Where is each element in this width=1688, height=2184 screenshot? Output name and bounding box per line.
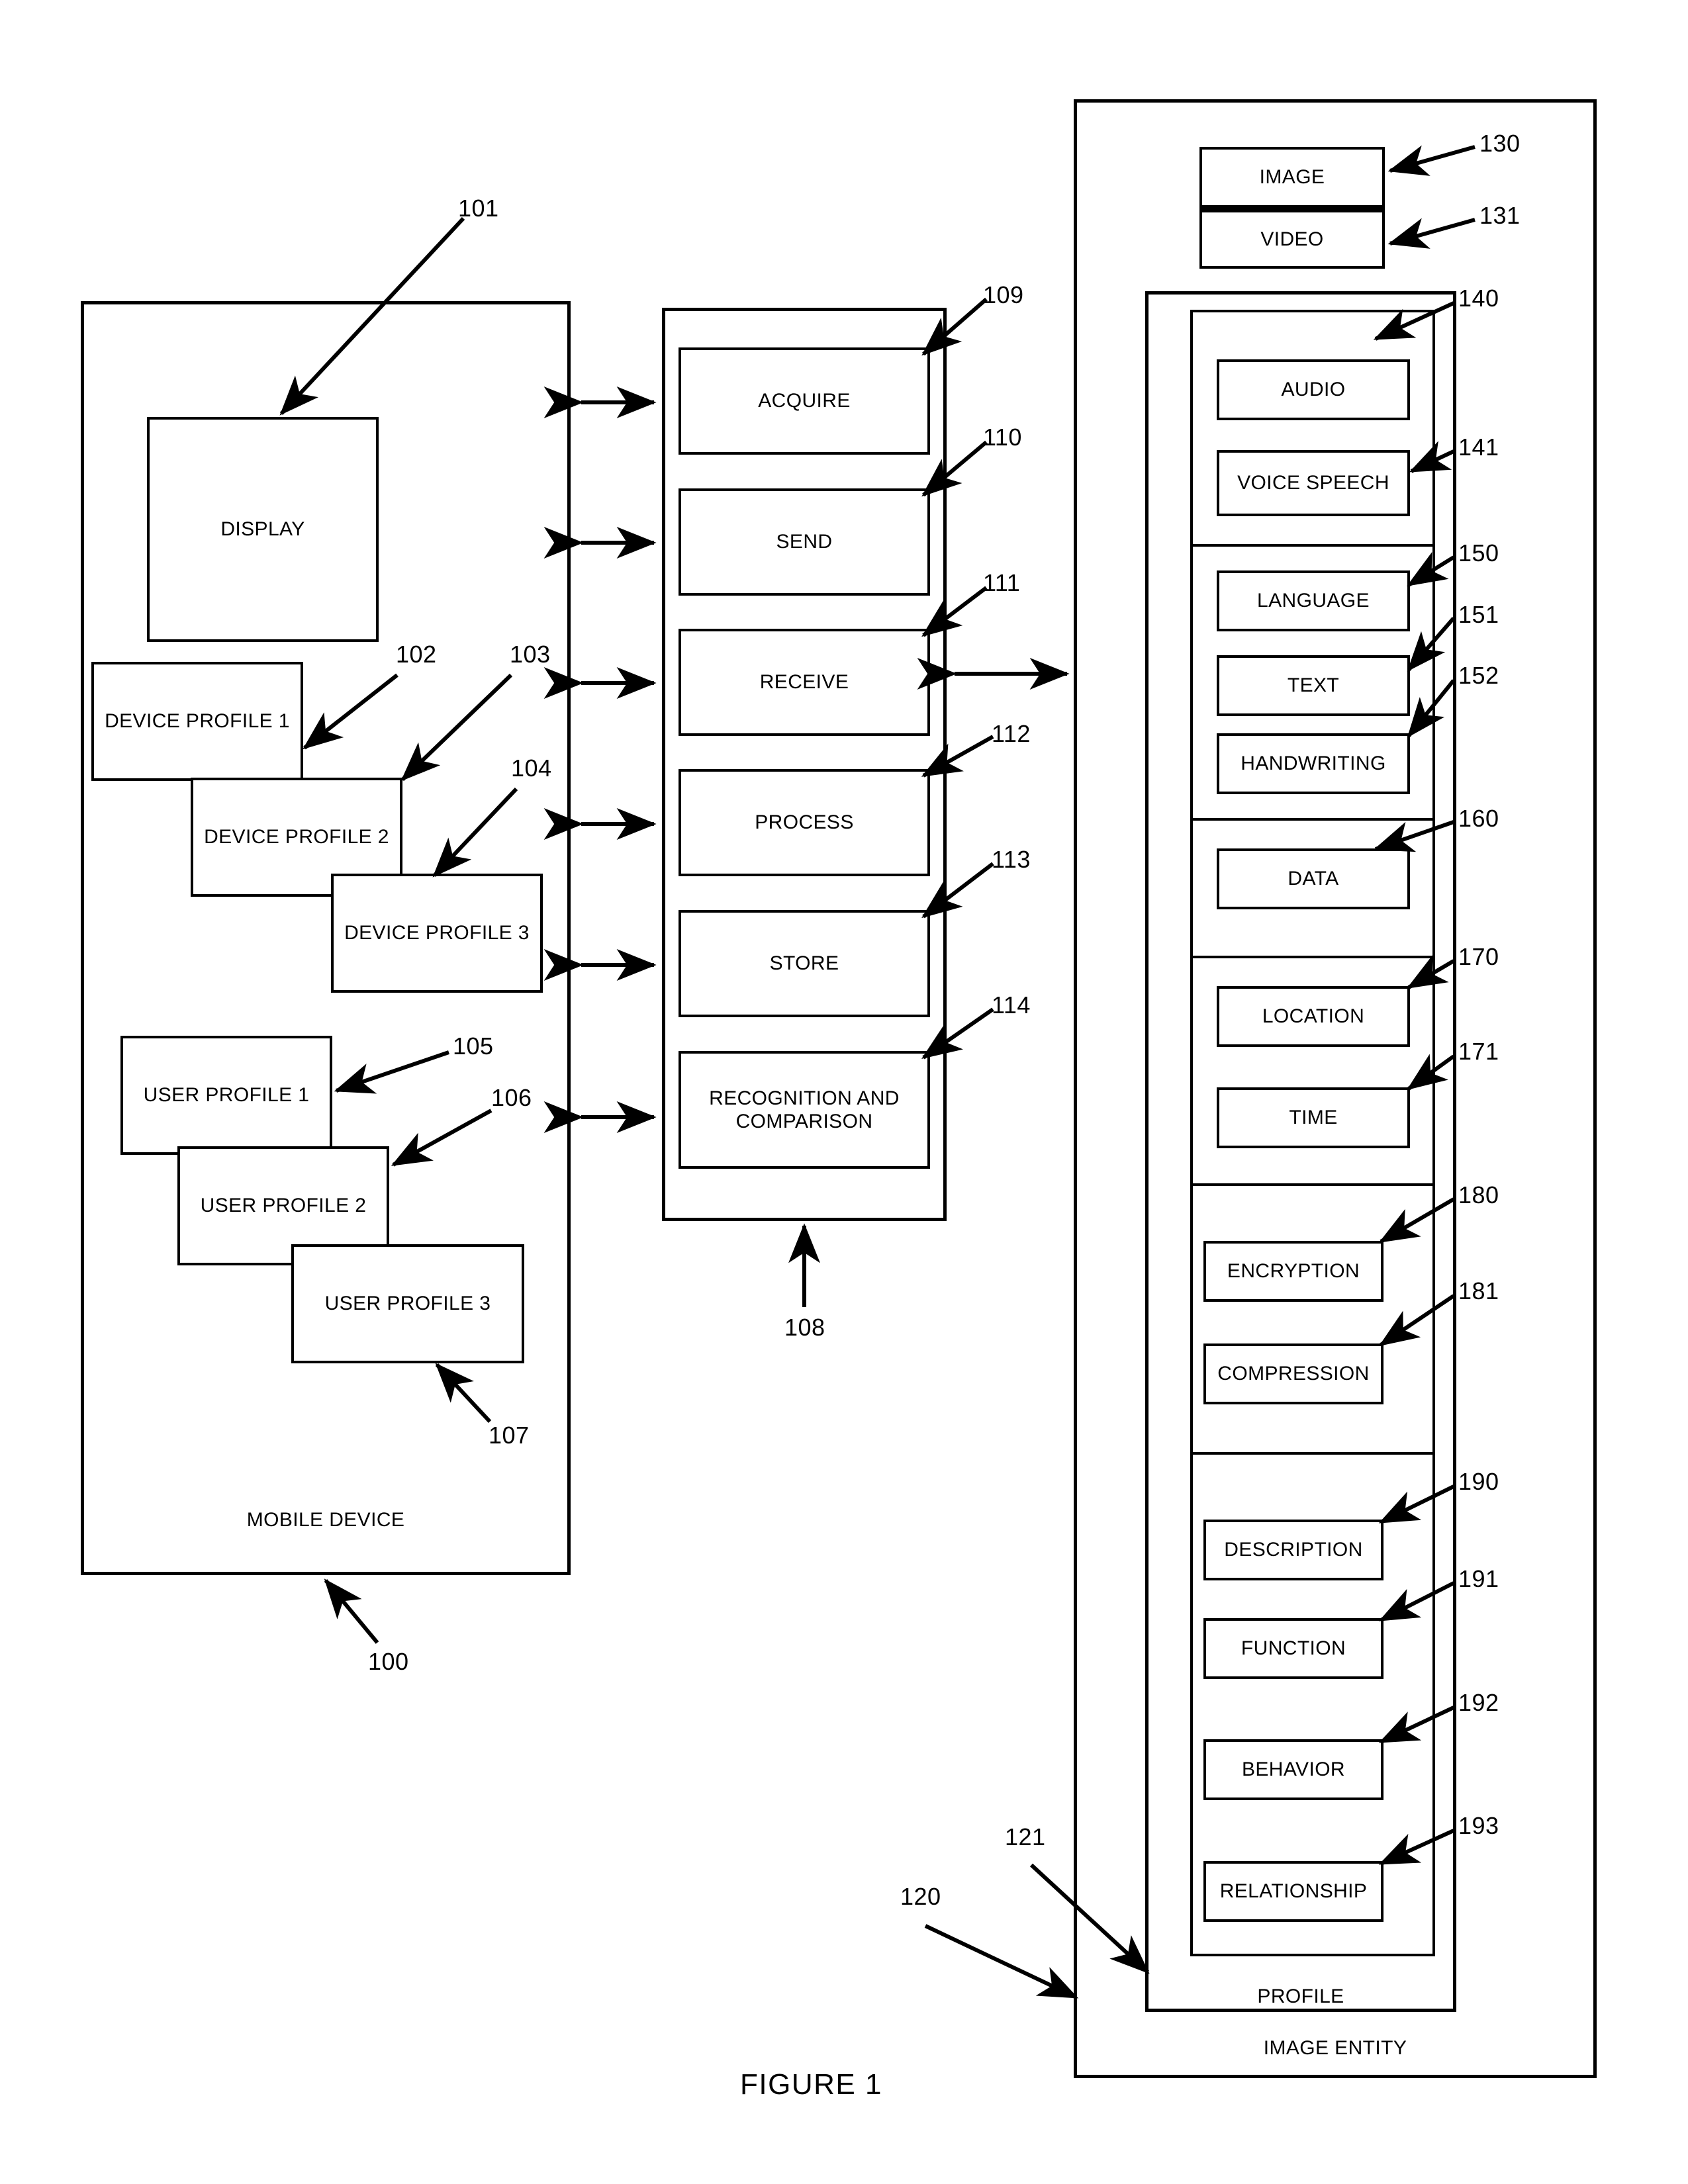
- profile-location-label: LOCATION: [1262, 1005, 1365, 1028]
- operation-recognition-comparison-box[interactable]: RECOGNITION AND COMPARISON: [679, 1051, 930, 1169]
- user-profile-3-box[interactable]: USER PROFILE 3: [291, 1244, 524, 1363]
- ref-109: 109: [983, 281, 1024, 308]
- ref-171: 171: [1458, 1038, 1499, 1065]
- profile-compression-label: COMPRESSION: [1217, 1363, 1370, 1385]
- ref-112: 112: [992, 720, 1031, 747]
- profile-behavior-box[interactable]: BEHAVIOR: [1203, 1739, 1383, 1800]
- operation-store-box[interactable]: STORE: [679, 910, 930, 1017]
- operation-process-box[interactable]: PROCESS: [679, 769, 930, 876]
- ref-102: 102: [396, 641, 437, 668]
- ref-105: 105: [453, 1032, 494, 1060]
- user-profile-1-box[interactable]: USER PROFILE 1: [120, 1036, 332, 1155]
- profile-location-box[interactable]: LOCATION: [1217, 986, 1410, 1047]
- operation-process-label: PROCESS: [755, 811, 854, 834]
- operation-receive-box[interactable]: RECEIVE: [679, 629, 930, 736]
- user-profile-2-label: USER PROFILE 2: [200, 1195, 367, 1217]
- ref-107: 107: [489, 1422, 530, 1449]
- profile-text-box[interactable]: TEXT: [1217, 655, 1410, 716]
- operation-acquire-label: ACQUIRE: [758, 390, 851, 412]
- ref-121: 121: [1005, 1823, 1046, 1850]
- media-image-box[interactable]: IMAGE: [1199, 147, 1385, 208]
- display-box[interactable]: DISPLAY: [147, 417, 379, 642]
- ref-120: 120: [900, 1883, 941, 1910]
- profile-data-box[interactable]: DATA: [1217, 848, 1410, 909]
- leader-100: [324, 1578, 379, 1644]
- ref-130: 130: [1479, 130, 1521, 157]
- profile-time-label: TIME: [1289, 1107, 1338, 1129]
- ref-170: 170: [1458, 943, 1499, 970]
- ref-190: 190: [1458, 1468, 1499, 1495]
- ref-140: 140: [1458, 285, 1499, 312]
- ref-100: 100: [368, 1648, 409, 1675]
- leader-120: [924, 1924, 1079, 1999]
- ref-106: 106: [491, 1084, 532, 1111]
- operation-receive-label: RECEIVE: [759, 671, 849, 694]
- profile-voice-speech-box[interactable]: VOICE SPEECH: [1217, 450, 1410, 516]
- operation-store-label: STORE: [769, 952, 839, 975]
- ref-111: 111: [983, 569, 1021, 596]
- operation-acquire-box[interactable]: ACQUIRE: [679, 347, 930, 455]
- device-profile-1-label: DEVICE PROFILE 1: [105, 710, 290, 733]
- media-video-label: VIDEO: [1260, 228, 1324, 250]
- ref-152: 152: [1458, 662, 1499, 689]
- ref-191: 191: [1458, 1565, 1499, 1592]
- profile-language-label: LANGUAGE: [1257, 590, 1370, 612]
- profile-group-encryption: [1190, 1183, 1435, 1455]
- profile-relationship-label: RELATIONSHIP: [1219, 1880, 1368, 1903]
- device-profile-1-box[interactable]: DEVICE PROFILE 1: [91, 662, 303, 781]
- operation-send-label: SEND: [776, 531, 833, 553]
- user-profile-3-label: USER PROFILE 3: [324, 1293, 491, 1315]
- ref-101: 101: [458, 195, 499, 222]
- profile-description-box[interactable]: DESCRIPTION: [1203, 1520, 1383, 1580]
- ref-151: 151: [1458, 601, 1499, 628]
- media-video-box[interactable]: VIDEO: [1199, 208, 1385, 269]
- profile-text-label: TEXT: [1287, 674, 1340, 697]
- ref-192: 192: [1458, 1689, 1499, 1716]
- profile-behavior-label: BEHAVIOR: [1241, 1758, 1345, 1781]
- display-label: DISPLAY: [220, 518, 305, 541]
- profile-description-label: DESCRIPTION: [1224, 1539, 1363, 1561]
- profile-function-label: FUNCTION: [1241, 1637, 1346, 1660]
- profile-handwriting-label: HANDWRITING: [1241, 752, 1386, 775]
- patent-figure-canvas: DISPLAY DEVICE PROFILE 1 DEVICE PROFILE …: [0, 0, 1688, 2184]
- ref-141: 141: [1458, 433, 1499, 461]
- profile-voice-speech-label: VOICE SPEECH: [1237, 472, 1389, 494]
- device-profile-3-label: DEVICE PROFILE 3: [344, 922, 530, 944]
- profile-language-box[interactable]: LANGUAGE: [1217, 570, 1410, 631]
- profile-relationship-box[interactable]: RELATIONSHIP: [1203, 1861, 1383, 1922]
- ref-108: 108: [784, 1314, 825, 1341]
- mobile-device-caption: MOBILE DEVICE: [246, 1509, 405, 1531]
- ref-180: 180: [1458, 1181, 1499, 1208]
- media-image-label: IMAGE: [1259, 166, 1325, 189]
- ref-114: 114: [992, 991, 1031, 1019]
- ref-110: 110: [983, 424, 1022, 451]
- ref-193: 193: [1458, 1812, 1499, 1839]
- profile-encryption-box[interactable]: ENCRYPTION: [1203, 1241, 1383, 1302]
- profile-data-label: DATA: [1288, 868, 1339, 890]
- ref-160: 160: [1458, 805, 1499, 832]
- operation-recognition-comparison-label: RECOGNITION AND COMPARISON: [709, 1087, 900, 1132]
- profile-encryption-label: ENCRYPTION: [1227, 1260, 1360, 1283]
- profile-handwriting-box[interactable]: HANDWRITING: [1217, 733, 1410, 794]
- ref-104: 104: [511, 754, 552, 782]
- device-profile-3-box[interactable]: DEVICE PROFILE 3: [331, 874, 543, 993]
- figure-label: FIGURE 1: [740, 2068, 882, 2101]
- ref-150: 150: [1458, 539, 1499, 567]
- profile-audio-label: AUDIO: [1281, 379, 1346, 401]
- ref-181: 181: [1458, 1277, 1499, 1304]
- profile-compression-box[interactable]: COMPRESSION: [1203, 1343, 1383, 1404]
- profile-audio-box[interactable]: AUDIO: [1217, 359, 1410, 420]
- user-profile-1-label: USER PROFILE 1: [143, 1084, 310, 1107]
- profile-caption: PROFILE: [1257, 1985, 1344, 2007]
- ref-131: 131: [1479, 202, 1521, 229]
- image-entity-caption: IMAGE ENTITY: [1263, 2037, 1407, 2059]
- ref-113: 113: [992, 846, 1031, 873]
- profile-time-box[interactable]: TIME: [1217, 1087, 1410, 1148]
- device-profile-2-label: DEVICE PROFILE 2: [204, 826, 389, 848]
- ref-103: 103: [510, 641, 551, 668]
- operation-send-box[interactable]: SEND: [679, 488, 930, 596]
- profile-function-box[interactable]: FUNCTION: [1203, 1618, 1383, 1679]
